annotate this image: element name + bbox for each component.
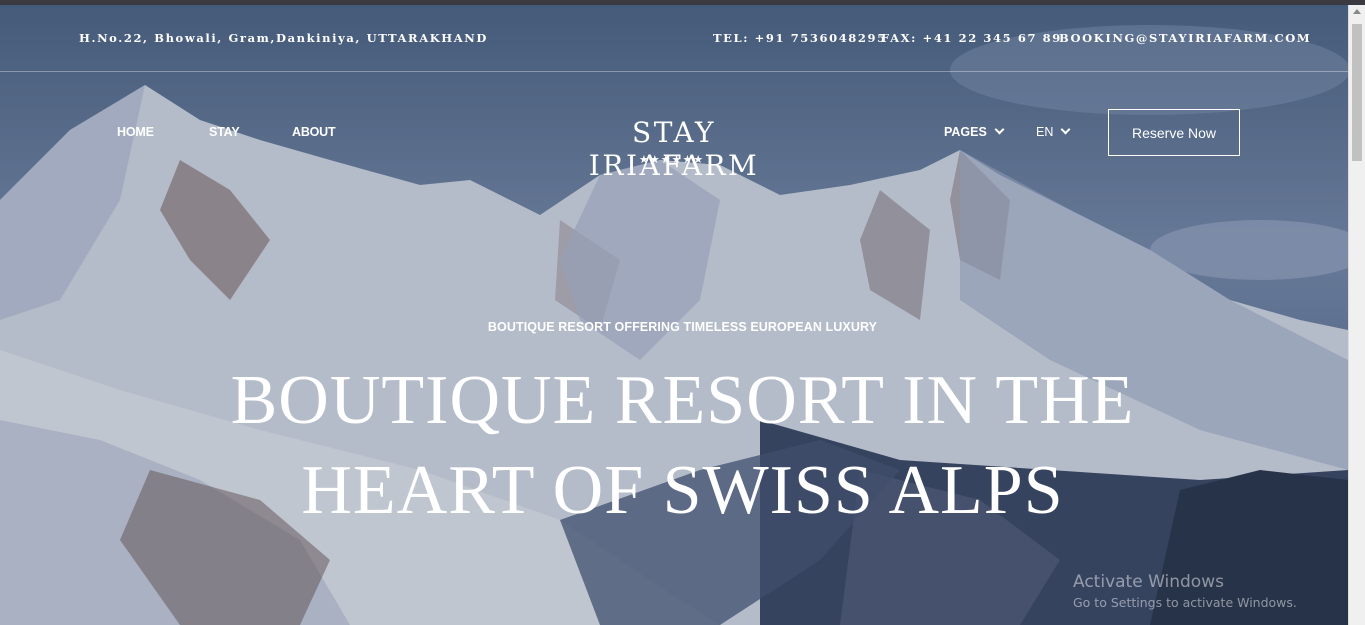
scroll-up-arrow-icon[interactable] — [1353, 9, 1361, 14]
activation-watermark: Activate Windows Go to Settings to activ… — [1073, 572, 1297, 610]
telephone-link[interactable]: TEL: +91 7536048295 — [713, 31, 887, 45]
reserve-now-button[interactable]: Reserve Now — [1108, 109, 1240, 156]
language-dropdown[interactable]: EN — [1036, 124, 1071, 139]
language-label: EN — [1036, 125, 1054, 139]
window-top-edge — [0, 0, 1365, 5]
email-link[interactable]: BOOKING@STAYIRIAFARM.COM — [1059, 31, 1311, 45]
chevron-down-icon — [994, 124, 1005, 135]
hero-headline: BOUTIQUE RESORT IN THE HEART OF SWISS AL… — [0, 356, 1365, 536]
fax-text: FAX: +41 22 345 67 89 — [881, 31, 1062, 45]
hero-eyebrow: BOUTIQUE RESORT OFFERING TIMELESS EUROPE… — [487, 320, 878, 334]
headline-line-2: HEART OF SWISS ALPS — [301, 452, 1064, 529]
pages-label: PAGES — [944, 125, 987, 139]
address-text: H.No.22, Bhowali, Gram,Dankiniya, UTTARA… — [79, 31, 488, 45]
nav-about-link[interactable]: ABOUT — [292, 125, 336, 139]
scrollbar-thumb[interactable] — [1352, 24, 1362, 161]
headline-line-1: BOUTIQUE RESORT IN THE — [230, 362, 1135, 439]
nav-home-link[interactable]: HOME — [117, 125, 154, 139]
pages-dropdown[interactable]: PAGES — [944, 124, 1005, 139]
contact-info-bar: H.No.22, Bhowali, Gram,Dankiniya, UTTARA… — [0, 5, 1348, 72]
star-rating-icon: ★★★★★★ — [639, 153, 705, 166]
watermark-title: Activate Windows — [1073, 572, 1224, 592]
vertical-scrollbar[interactable] — [1348, 5, 1365, 625]
nav-stay-link[interactable]: STAY — [209, 125, 240, 139]
chevron-down-icon — [1060, 124, 1071, 135]
watermark-subtitle: Go to Settings to activate Windows. — [1073, 595, 1297, 610]
site-logo[interactable]: STAY IRIAFARM — [549, 116, 799, 182]
